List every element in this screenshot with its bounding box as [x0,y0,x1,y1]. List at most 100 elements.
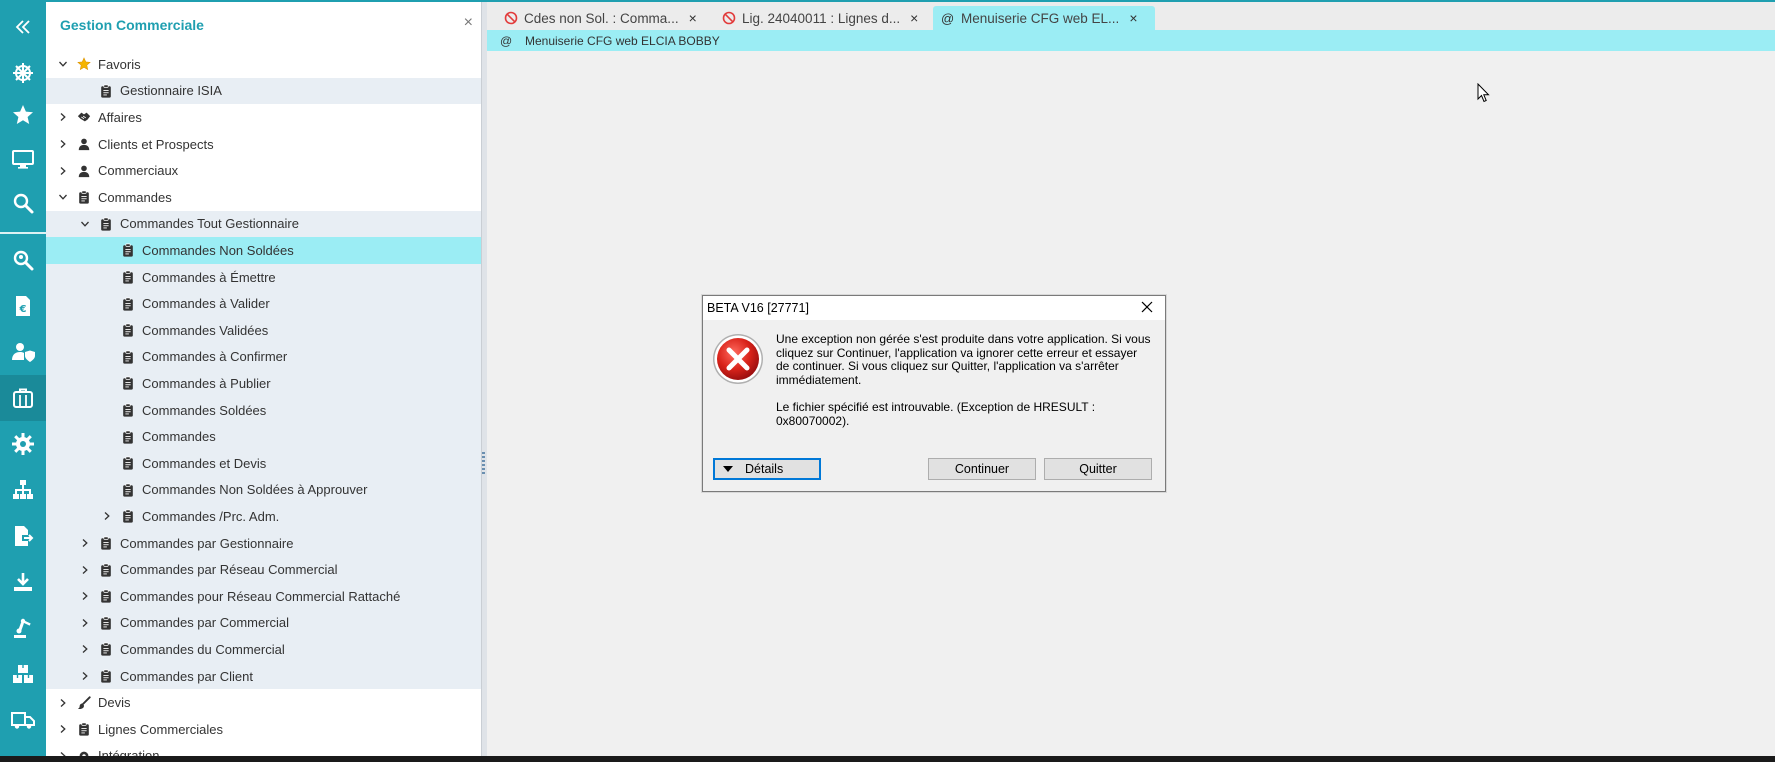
splitter-grip[interactable] [482,452,485,474]
tree-item[interactable]: Commandes à Confirmer [46,343,481,371]
rail-search-button[interactable] [0,180,46,226]
tree-item[interactable]: Commandes par Réseau Commercial [46,556,481,583]
quit-button[interactable]: Quitter [1044,458,1152,480]
clipboard-icon [98,562,114,578]
tree-item[interactable]: Intégration [46,743,481,756]
tree-item[interactable]: Commandes du Commercial [46,636,481,663]
tree-item[interactable]: Commandes par Gestionnaire [46,529,481,557]
rail-robot-arm-button[interactable] [0,605,46,651]
tree-item[interactable]: Commandes pour Réseau Commercial Rattach… [46,583,481,610]
tree-item[interactable]: Commandes Non Soldées à Approuver [46,476,481,504]
rail-file-export-button[interactable] [0,513,46,559]
navigation-panel: Gestion Commerciale × Favoris Gestionnair… [46,2,481,756]
tree-item-label: Commandes [142,429,216,445]
tree-item-label: Commandes Tout Gestionnaire [120,216,299,232]
rail-truck-button[interactable] [0,697,46,743]
chevron-right-icon[interactable] [56,164,70,178]
tree-item[interactable]: Commerciaux [46,157,481,184]
chevron-right-icon[interactable] [56,696,70,710]
tree-item[interactable]: Favoris [46,51,481,78]
continue-button[interactable]: Continuer [928,458,1036,480]
tree-item-label: Commandes par Gestionnaire [120,535,294,551]
monitor-icon [11,147,35,171]
tree-item[interactable]: Devis [46,689,481,716]
tab-close-button[interactable]: × [689,10,697,26]
rail-separator [0,232,46,234]
clipboard-icon [120,482,136,498]
tree-item[interactable]: Commandes Non Soldées [46,237,481,264]
close-icon[interactable] [1139,299,1155,315]
clipboard-icon [120,429,136,445]
tree-item-label: Intégration [98,748,160,756]
rail-briefcase-button[interactable] [0,375,46,421]
chevron-down-icon[interactable] [56,190,70,204]
tree-item[interactable]: Clients et Prospects [46,131,481,158]
chevron-right-icon[interactable] [78,616,92,630]
tree-item[interactable]: Commandes à Publier [46,370,481,397]
blocked-icon [722,11,736,25]
tab-close-button[interactable]: × [1129,10,1137,26]
chevron-down-icon[interactable] [56,57,70,71]
tree-item[interactable]: Commandes Soldées [46,396,481,424]
rail-org-chart-button[interactable] [0,467,46,513]
chevron-right-icon[interactable] [78,589,92,603]
error-icon [713,334,763,384]
chevron-right-icon[interactable] [78,642,92,656]
tree-item[interactable]: Commandes à Émettre [46,263,481,291]
chevron-right-icon[interactable] [100,509,114,523]
chevron-right-icon[interactable] [78,563,92,577]
chevron-right-icon[interactable] [56,722,70,736]
dialog-error-detail: Le fichier spécifié est introuvable. (Ex… [776,400,1096,428]
tab-close-button[interactable]: × [910,10,918,26]
star-icon [11,103,35,127]
rail-location-search-button[interactable] [0,237,46,283]
chevron-right-icon[interactable] [78,536,92,550]
tree-item[interactable]: Commandes [46,423,481,450]
chevron-down-icon[interactable] [78,217,92,231]
tree-item[interactable]: Commandes Validées [46,317,481,344]
search-icon [11,191,35,215]
tree-item-label: Commandes [98,189,172,205]
rail-ship-wheel-button[interactable] [0,50,46,96]
rail-euro-document-button[interactable]: € [0,283,46,329]
tab-menuiserie[interactable]: @ Menuiserie CFG web EL... × [933,6,1155,30]
tree-item[interactable]: Commandes /Prc. Adm. [46,503,481,530]
panel-close-button[interactable]: × [464,14,473,32]
rail-download-button[interactable] [0,559,46,605]
tab-cdes-non-soldees[interactable]: Cdes non Sol. : Comma... × [496,6,697,30]
clipboard-icon [98,588,114,604]
details-button[interactable]: Détails [713,458,821,480]
tree-item[interactable]: Lignes Commerciales [46,716,481,743]
gear-icon [76,748,92,756]
tree-item[interactable]: Commandes par Client [46,662,481,690]
tree-item[interactable]: Commandes et Devis [46,450,481,477]
tab-lignes[interactable]: Lig. 24040011 : Lignes d... × [714,6,919,30]
rail-user-shield-button[interactable] [0,329,46,375]
tree-item[interactable]: Affaires [46,104,481,131]
tree-item[interactable]: Commandes à Valider [46,290,481,317]
rail-collapse-button[interactable] [0,4,46,50]
clipboard-icon [120,508,136,524]
tree-item-label: Commandes à Publier [142,375,271,391]
ship-wheel-icon [11,61,35,85]
chevron-right-icon[interactable] [56,749,70,756]
mouse-cursor-icon [1477,83,1490,103]
rail-gear-button[interactable] [0,421,46,467]
briefcase-icon [11,386,35,410]
clipboard-icon [120,402,136,418]
file-export-icon [11,524,35,548]
rail-monitor-button[interactable] [0,136,46,182]
chevron-right-icon[interactable] [56,110,70,124]
tree-item[interactable]: Commandes par Commercial [46,609,481,637]
chevron-right-icon[interactable] [78,669,92,683]
rail-star-button[interactable] [0,92,46,138]
rail-boxes-button[interactable] [0,651,46,697]
clipboard-icon [98,535,114,551]
tree-item[interactable]: Gestionnaire ISIA [46,77,481,105]
tree-item-label: Commandes du Commercial [120,641,285,657]
chevron-right-icon[interactable] [56,137,70,151]
tree-item-label: Commandes Validées [142,322,269,338]
tree-item-label: Devis [98,695,131,711]
tree-item[interactable]: Commandes Tout Gestionnaire [46,210,481,238]
tree-item[interactable]: Commandes [46,184,481,211]
